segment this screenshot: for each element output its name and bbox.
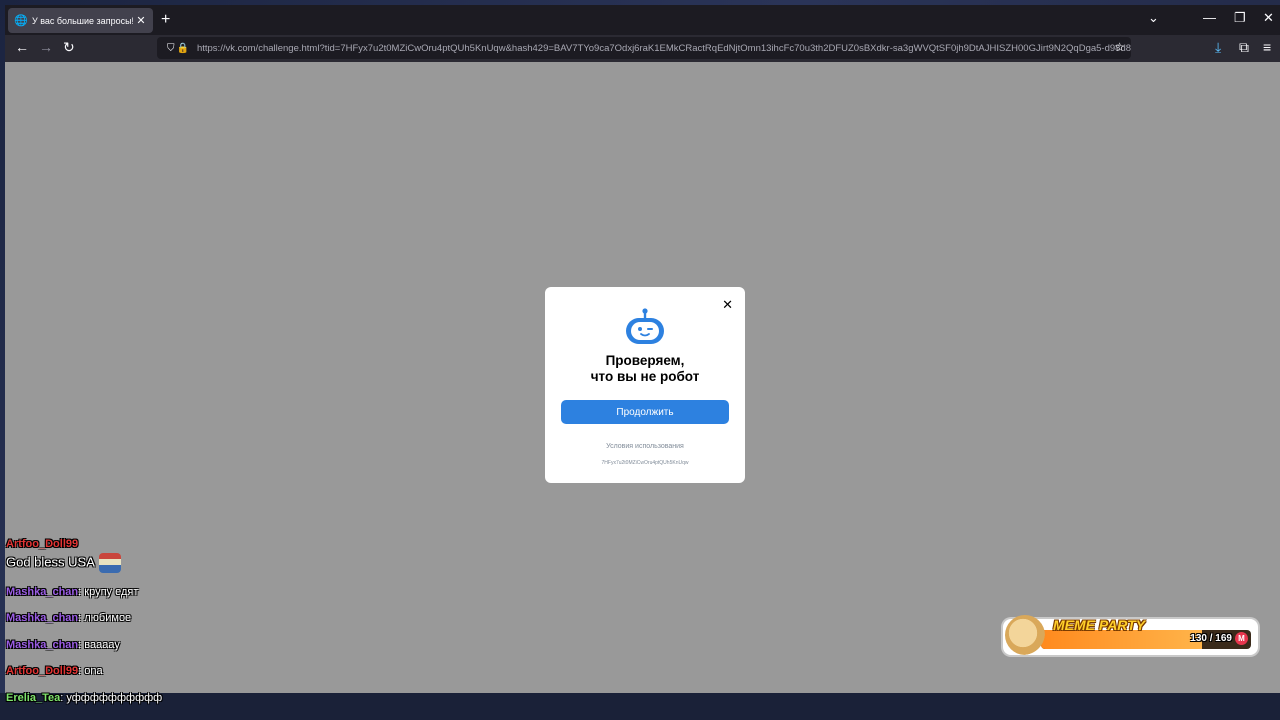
meme-count: 130 / 169 <box>1190 633 1232 644</box>
globe-icon: 🌐 <box>14 15 28 27</box>
tid-text: 7HFyx7u2t0MZiCwOru4ptQUh5KnUqw <box>601 460 689 466</box>
new-tab-button[interactable]: + <box>161 11 170 29</box>
back-icon[interactable]: ← <box>15 39 29 55</box>
tab-list-chevron-icon[interactable]: ⌄ <box>1148 10 1159 26</box>
tab-bar: 🌐 У вас большие запросы! ✕ + ⌄ — ❐ ✕ <box>5 5 1280 35</box>
terms-link[interactable]: Условия использования <box>545 443 745 450</box>
menu-icon[interactable]: ≡ <box>1263 39 1271 55</box>
tab-title: У вас большие запросы! <box>32 15 133 26</box>
restore-icon[interactable]: ❐ <box>1234 10 1246 26</box>
reload-icon[interactable]: ↻ <box>63 39 75 56</box>
meme-party-widget: MEME PARTY 130 / 169 M <box>1003 615 1258 655</box>
tab-close-icon[interactable]: ✕ <box>133 14 149 27</box>
forward-icon[interactable]: → <box>39 39 53 55</box>
extensions-icon[interactable]: ⧉ <box>1239 39 1249 56</box>
close-icon[interactable]: ✕ <box>722 297 733 313</box>
bookmark-star-icon[interactable]: ☆ <box>1114 40 1125 54</box>
lock-icon[interactable]: 🔒 <box>177 43 189 54</box>
navigation-bar: ← → ↻ ⛉ 🔒 https://vk.com/challenge.html?… <box>5 35 1280 62</box>
modal-title: Проверяем, что вы не робот <box>545 353 745 385</box>
download-icon[interactable]: ⤓ <box>1215 39 1221 56</box>
modal-title-line2: что вы не робот <box>590 369 700 384</box>
close-window-icon[interactable]: ✕ <box>1263 10 1274 26</box>
captcha-modal: ✕ Проверяем, что вы не робот Продолжить … <box>545 287 745 483</box>
modal-title-line1: Проверяем, <box>605 353 685 368</box>
desktop-background-strip <box>0 693 1280 720</box>
continue-button[interactable]: Продолжить <box>561 400 729 424</box>
tab-active[interactable]: 🌐 У вас большие запросы! ✕ <box>8 8 153 33</box>
doge-icon <box>1005 615 1045 655</box>
url-bar[interactable]: ⛉ 🔒 https://vk.com/challenge.html?tid=7H… <box>157 37 1131 59</box>
robot-icon <box>626 308 664 344</box>
meme-title: MEME PARTY <box>1053 617 1146 633</box>
browser-window: 🌐 У вас большие запросы! ✕ + ⌄ — ❐ ✕ ← →… <box>5 5 1280 693</box>
minimize-icon[interactable]: — <box>1203 10 1216 25</box>
page-content: ✕ Проверяем, что вы не робот Продолжить … <box>5 62 1280 693</box>
url-text[interactable]: https://vk.com/challenge.html?tid=7HFyx7… <box>197 43 1131 54</box>
shield-icon[interactable]: ⛉ <box>167 43 175 54</box>
coin-icon: M <box>1235 632 1248 645</box>
